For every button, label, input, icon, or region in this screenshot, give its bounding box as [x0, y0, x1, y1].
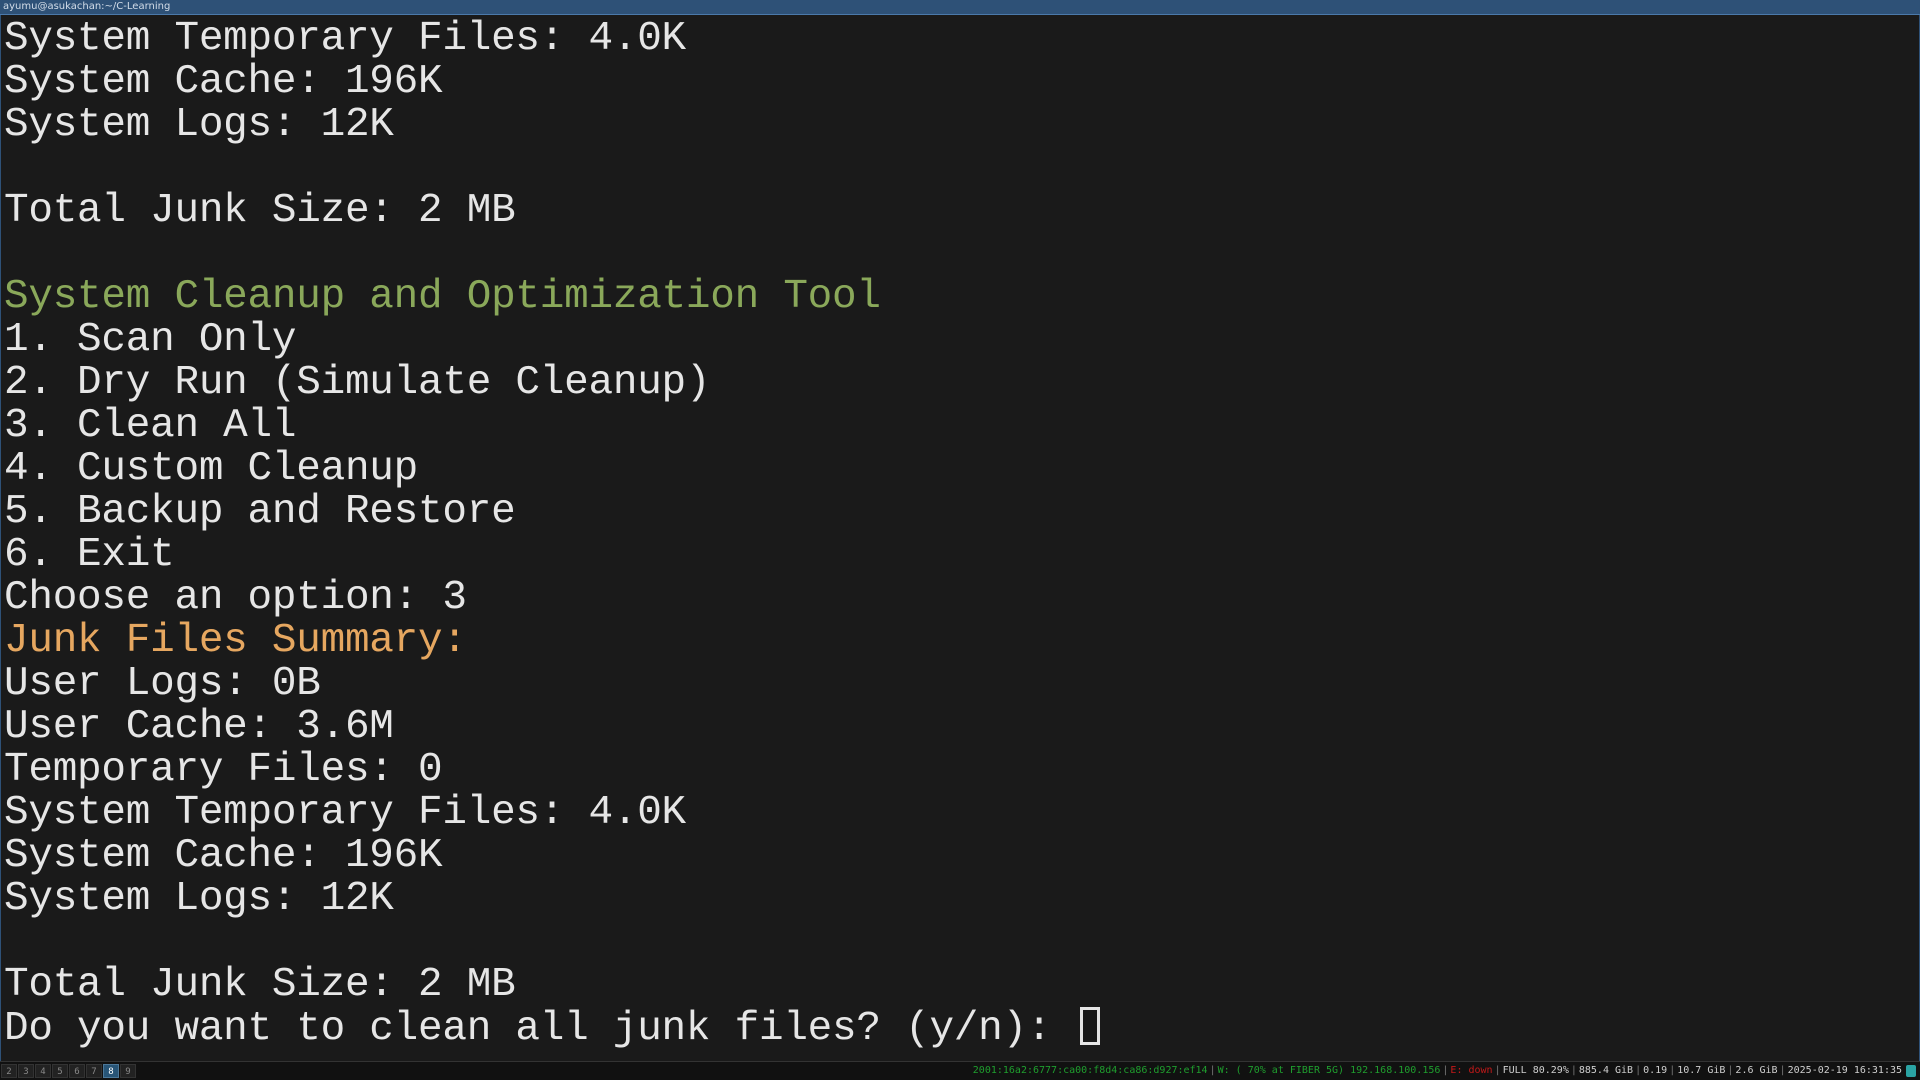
terminal-line: Total Junk Size: 2 MB	[4, 962, 516, 1008]
terminal-line: System Cache: 196K	[4, 59, 443, 105]
prompt-text: Do you want to clean all junk files? (y/…	[4, 1006, 1076, 1052]
workspace-button-8[interactable]: 8	[103, 1064, 119, 1078]
terminal-line: System Cleanup and Optimization Tool	[4, 274, 881, 320]
status-separator: |	[1727, 1065, 1734, 1076]
status-separator: |	[1442, 1065, 1449, 1076]
terminal-line: Temporary Files: 0	[4, 747, 443, 793]
terminal-prompt-line[interactable]: Do you want to clean all junk files? (y/…	[4, 1006, 1100, 1052]
network-tray-icon[interactable]	[1906, 1065, 1916, 1077]
terminal-line: 3. Clean All	[4, 403, 297, 449]
memory-usage: 10.7 GiB	[1677, 1065, 1726, 1076]
terminal-line: 1. Scan Only	[4, 317, 297, 363]
disk-usage: FULL 80.29%	[1502, 1065, 1569, 1076]
workspace-button-9[interactable]: 9	[120, 1064, 136, 1078]
terminal-line: 4. Custom Cleanup	[4, 446, 419, 492]
wifi-status: W: ( 70% at FIBER 5G) 192.168.100.156	[1217, 1065, 1441, 1076]
terminal-line: System Logs: 12K	[4, 102, 394, 148]
workspace-button-5[interactable]: 5	[52, 1064, 68, 1078]
disk-free: 885.4 GiB	[1578, 1065, 1634, 1076]
terminal-line: System Temporary Files: 4.0K	[4, 16, 686, 62]
terminal-line: Total Junk Size: 2 MB	[4, 188, 516, 234]
load-average: 0.19	[1643, 1065, 1668, 1076]
ipv6-address: 2001:16a2:6777:ca00:f8d4:ca86:d927:ef14	[972, 1065, 1208, 1076]
window-title: ayumu@asukachan:~/C-Learning	[3, 1, 171, 12]
workspace-button-4[interactable]: 4	[35, 1064, 51, 1078]
terminal-window[interactable]: System Temporary Files: 4.0K System Cache…	[0, 15, 1920, 1062]
workspace-button-3[interactable]: 3	[18, 1064, 34, 1078]
status-bar: 23456789 2001:16a2:6777:ca00:f8d4:ca86:d…	[0, 1061, 1920, 1080]
date-time: 2025-02-19 16:31:35	[1787, 1065, 1902, 1076]
terminal-line: System Cache: 196K	[4, 833, 443, 879]
status-separator: |	[1779, 1065, 1786, 1076]
status-separator: |	[1209, 1065, 1216, 1076]
terminal-line: 2. Dry Run (Simulate Cleanup)	[4, 360, 711, 406]
terminal-line: System Temporary Files: 4.0K	[4, 790, 686, 836]
status-separator: |	[1570, 1065, 1577, 1076]
text-cursor[interactable]	[1079, 1007, 1100, 1045]
terminal-line: System Logs: 12K	[4, 876, 394, 922]
terminal-line: User Logs: 0B	[4, 661, 321, 707]
window-titlebar[interactable]: ayumu@asukachan:~/C-Learning	[0, 0, 1920, 15]
terminal-line: 6. Exit	[4, 532, 175, 578]
terminal-line: User Cache: 3.6M	[4, 704, 394, 750]
terminal-line: Junk Files Summary:	[4, 618, 467, 664]
workspace-switcher: 23456789	[1, 1064, 136, 1078]
workspace-button-6[interactable]: 6	[69, 1064, 85, 1078]
ethernet-status: E: down	[1450, 1065, 1493, 1076]
status-separator: |	[1635, 1065, 1642, 1076]
status-separator: |	[1669, 1065, 1676, 1076]
status-separator: |	[1494, 1065, 1501, 1076]
swap-usage: 2.6 GiB	[1735, 1065, 1778, 1076]
terminal-output: System Temporary Files: 4.0K System Cache…	[4, 16, 1100, 1052]
status-info: 2001:16a2:6777:ca00:f8d4:ca86:d927:ef14 …	[973, 1065, 1916, 1077]
workspace-button-2[interactable]: 2	[1, 1064, 17, 1078]
workspace-button-7[interactable]: 7	[86, 1064, 102, 1078]
terminal-line: Choose an option: 3	[4, 575, 467, 621]
terminal-line: 5. Backup and Restore	[4, 489, 516, 535]
